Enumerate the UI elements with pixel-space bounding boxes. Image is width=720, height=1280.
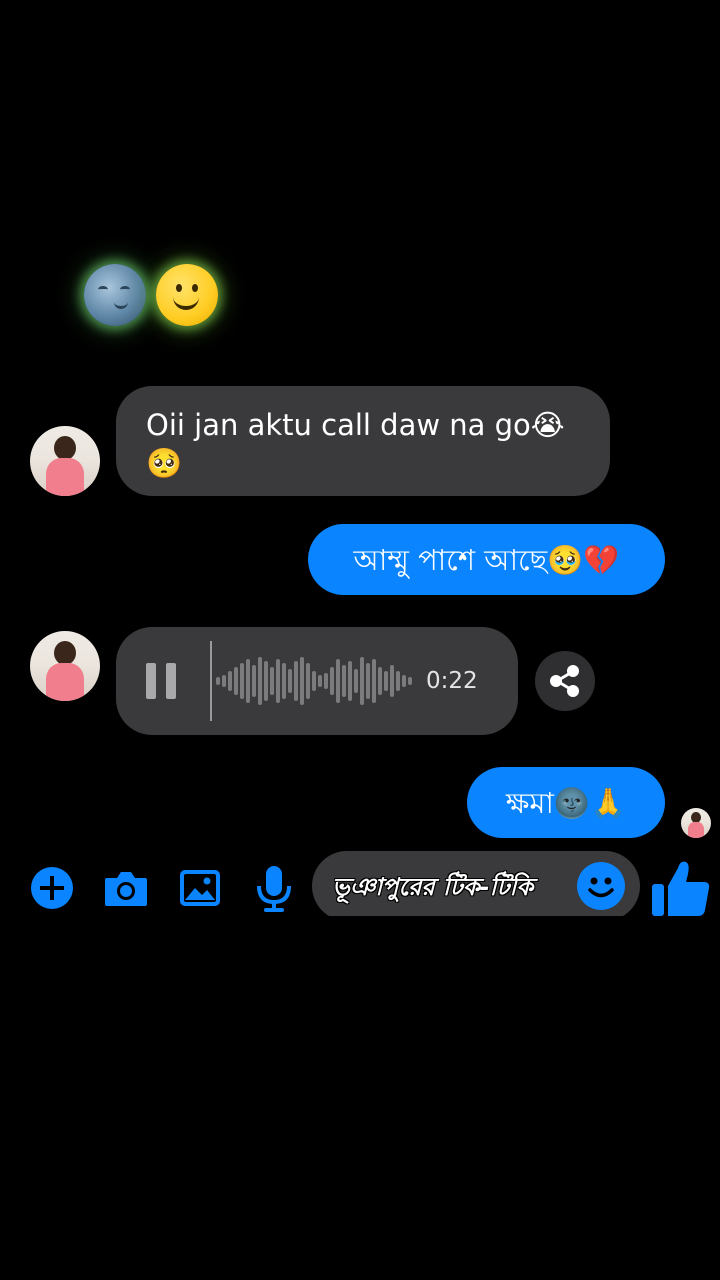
plus-button[interactable] (30, 866, 74, 910)
like-button[interactable] (650, 858, 712, 918)
plus-icon (31, 867, 73, 909)
contact-avatar[interactable] (30, 426, 100, 496)
emoji-button[interactable] (576, 861, 626, 911)
seen-receipt-avatar (681, 808, 711, 838)
emoji-icon (577, 862, 625, 910)
gallery-icon (180, 870, 220, 906)
microphone-icon (257, 866, 291, 912)
share-button[interactable] (535, 651, 595, 711)
message-input[interactable]: ভূঞাপুরের টিক-টিকি (312, 851, 640, 921)
message-text: ক্ষমা🌚🙏 (505, 785, 627, 820)
incoming-message-bubble[interactable]: Oii jan aktu call daw na go😭🥺 (116, 386, 610, 496)
voice-message-bubble[interactable]: 0:22 (116, 627, 518, 735)
outgoing-message-bubble[interactable]: ক্ষমা🌚🙏 (467, 767, 665, 838)
audio-waveform[interactable] (216, 641, 412, 721)
voice-duration: 0:22 (426, 668, 478, 694)
thumbs-up-icon (652, 861, 710, 916)
camera-button[interactable] (103, 866, 149, 910)
camera-icon (105, 872, 147, 906)
new-moon-face-icon (84, 264, 146, 326)
gallery-button[interactable] (178, 866, 222, 910)
composer-text: ভূঞাপুরের টিক-টিকি (332, 873, 534, 901)
blank-area (0, 916, 720, 1280)
share-icon (550, 665, 579, 697)
microphone-button[interactable] (254, 864, 294, 914)
message-text: আম্মু পাশে আছে🥹💔 (353, 542, 620, 577)
pause-button[interactable] (142, 659, 186, 703)
outgoing-message-bubble[interactable]: আম্মু পাশে আছে🥹💔 (308, 524, 665, 595)
slightly-smiling-face-icon (156, 264, 218, 326)
message-text: Oii jan aktu call daw na go😭🥺 (146, 408, 565, 480)
contact-avatar[interactable] (30, 631, 100, 701)
playback-position-marker[interactable] (210, 641, 212, 721)
